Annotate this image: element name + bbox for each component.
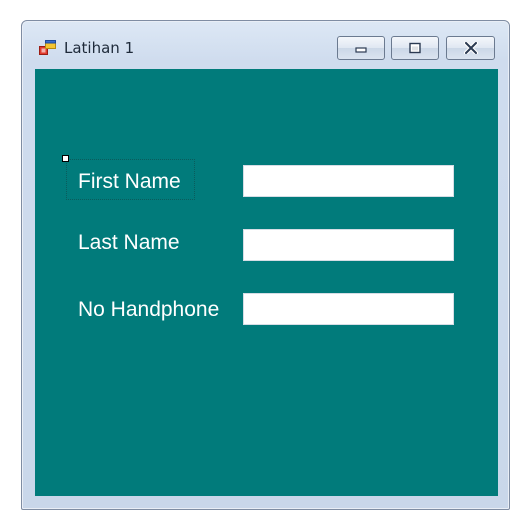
window-title: Latihan 1 <box>64 39 135 57</box>
last-name-label: Last Name <box>78 231 180 254</box>
maximize-icon <box>408 39 422 58</box>
minimize-icon <box>354 39 368 58</box>
close-button[interactable] <box>446 36 495 60</box>
last-name-input[interactable] <box>243 229 454 261</box>
form-client-area: First Name Last Name No Handphone <box>35 69 498 496</box>
title-bar[interactable]: Latihan 1 <box>22 21 509 69</box>
resize-handle[interactable] <box>62 155 69 162</box>
first-name-label[interactable]: First Name <box>78 170 181 194</box>
no-handphone-label: No Handphone <box>78 298 220 321</box>
first-name-input[interactable] <box>243 165 454 197</box>
minimize-button[interactable] <box>337 36 385 60</box>
form-window: Latihan 1 First Name Last Name No Handph… <box>21 20 510 510</box>
no-handphone-input[interactable] <box>243 293 454 325</box>
close-icon <box>463 39 479 58</box>
maximize-button[interactable] <box>391 36 439 60</box>
form-window-icon[interactable] <box>39 40 57 56</box>
